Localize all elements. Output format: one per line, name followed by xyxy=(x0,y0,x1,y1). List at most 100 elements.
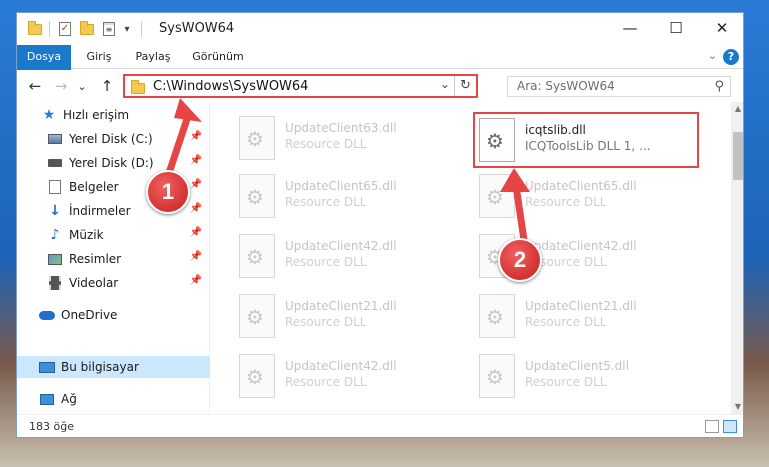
title-bar[interactable]: ✓ ≡ ▾ SysWOW64 — ☐ ✕ xyxy=(17,13,743,45)
properties-check-icon[interactable]: ✓ xyxy=(57,20,73,38)
videos-icon xyxy=(47,275,63,291)
window-title: SysWOW64 xyxy=(159,21,235,36)
sidebar-item-pictures[interactable]: Resimler 📌 xyxy=(17,248,210,270)
dll-file-icon xyxy=(239,174,275,218)
navigation-pane: ★ Hızlı erişim Yerel Disk (C:) 📌 Yerel D… xyxy=(17,102,210,414)
sidebar-item-onedrive[interactable]: OneDrive xyxy=(17,304,210,326)
list-item[interactable]: UpdateClient5.dll Resource DLL xyxy=(479,350,709,404)
highlight-box xyxy=(473,112,699,168)
pin-icon[interactable]: 📌 xyxy=(190,275,202,286)
item-count: 183 öğe xyxy=(29,420,74,433)
sidebar-item-label: Müzik xyxy=(69,228,104,242)
close-button[interactable]: ✕ xyxy=(699,13,743,43)
sidebar-item-label: Ağ xyxy=(61,392,77,406)
details-view-icon[interactable] xyxy=(705,420,719,433)
disk-icon xyxy=(47,155,63,171)
file-name: UpdateClient65.dll xyxy=(525,179,637,193)
address-bar[interactable]: C:\Windows\SysWOW64 ⌄ ↻ xyxy=(123,74,478,98)
pin-icon[interactable]: 📌 xyxy=(190,227,202,238)
star-icon: ★ xyxy=(42,107,56,123)
list-item[interactable]: UpdateClient21.dll Resource DLL xyxy=(239,290,469,344)
network-icon xyxy=(39,391,55,407)
file-description: Resource DLL xyxy=(285,315,367,329)
refresh-button[interactable]: ↻ xyxy=(454,76,476,96)
search-input[interactable]: Ara: SysWOW64 ⚲ xyxy=(507,76,731,97)
scroll-up-icon[interactable]: ▲ xyxy=(731,102,743,116)
sidebar-item-quick-access[interactable]: ★ Hızlı erişim xyxy=(17,104,210,126)
pin-icon[interactable]: 📌 xyxy=(190,155,202,166)
vertical-scrollbar[interactable]: ▲ ▼ xyxy=(731,102,743,414)
list-item[interactable]: UpdateClient42.dll Resource DLL xyxy=(239,230,469,284)
pin-icon[interactable]: 📌 xyxy=(190,179,202,190)
sidebar-item-label: Resimler xyxy=(69,252,122,266)
file-name: UpdateClient21.dll xyxy=(285,299,397,313)
search-icon[interactable]: ⚲ xyxy=(714,79,724,94)
dll-file-icon xyxy=(239,234,275,278)
sidebar-item-local-disk-c[interactable]: Yerel Disk (C:) 📌 xyxy=(17,128,210,150)
list-item[interactable]: UpdateClient42.dll Resource DLL xyxy=(239,350,469,404)
scrollbar-thumb[interactable] xyxy=(733,132,743,180)
sidebar-item-music[interactable]: ♪ Müzik 📌 xyxy=(17,224,210,246)
recent-locations-dropdown[interactable]: ⌄ xyxy=(75,76,89,96)
customize-toolbar-dropdown[interactable]: ▾ xyxy=(121,20,133,38)
list-item[interactable]: UpdateClient21.dll Resource DLL xyxy=(479,290,709,344)
file-description: Resource DLL xyxy=(285,255,367,269)
address-dropdown-icon[interactable]: ⌄ xyxy=(440,77,450,91)
pin-icon[interactable]: 📌 xyxy=(190,251,202,262)
pictures-icon xyxy=(47,251,63,267)
file-name: UpdateClient5.dll xyxy=(525,359,629,373)
up-button[interactable]: ↑ xyxy=(97,76,117,96)
dll-file-icon xyxy=(479,294,515,338)
address-path[interactable]: C:\Windows\SysWOW64 xyxy=(153,79,308,94)
divider xyxy=(141,21,142,37)
tab-share[interactable]: Paylaş xyxy=(127,45,179,69)
pin-icon[interactable]: 📌 xyxy=(190,131,202,142)
maximize-button[interactable]: ☐ xyxy=(653,13,699,43)
sidebar-item-this-pc[interactable]: Bu bilgisayar xyxy=(17,356,210,378)
music-icon: ♪ xyxy=(50,227,60,243)
ribbon-tabs: Dosya Giriş Paylaş Görünüm ⌄ ? xyxy=(17,45,743,99)
file-description: Resource DLL xyxy=(285,375,367,389)
file-description: Resource DLL xyxy=(525,375,607,389)
help-icon[interactable]: ? xyxy=(723,49,739,65)
drive-icon xyxy=(47,131,63,147)
large-icons-view-icon[interactable] xyxy=(723,420,737,433)
search-placeholder: Ara: SysWOW64 xyxy=(517,79,615,93)
file-list[interactable]: UpdateClient63.dll Resource DLL UpdateCl… xyxy=(211,102,731,414)
forward-button[interactable]: → xyxy=(51,76,71,96)
sidebar-item-local-disk-d[interactable]: Yerel Disk (D:) 📌 xyxy=(17,152,210,174)
sidebar-item-label: İndirmeler xyxy=(69,204,131,218)
sidebar-item-videos[interactable]: Videolar 📌 xyxy=(17,272,210,294)
file-name: UpdateClient42.dll xyxy=(525,239,637,253)
list-item[interactable]: UpdateClient65.dll Resource DLL xyxy=(479,170,709,224)
navigation-bar: ← → ⌄ ↑ C:\Windows\SysWOW64 ⌄ ↻ Ara: Sys… xyxy=(17,70,743,102)
file-description: Resource DLL xyxy=(285,195,367,209)
tab-view[interactable]: Görünüm xyxy=(187,45,249,69)
ribbon-collapse-icon[interactable]: ⌄ xyxy=(708,49,717,62)
step-1-badge: 1 xyxy=(146,170,190,214)
sidebar-item-label: Yerel Disk (D:) xyxy=(69,156,154,170)
file-name: UpdateClient63.dll xyxy=(285,121,397,135)
back-button[interactable]: ← xyxy=(25,76,45,96)
tab-home[interactable]: Giriş xyxy=(77,45,121,69)
list-item[interactable]: UpdateClient65.dll Resource DLL xyxy=(239,170,469,224)
file-name: UpdateClient42.dll xyxy=(285,359,397,373)
file-name: UpdateClient21.dll xyxy=(525,299,637,313)
sidebar-item-network[interactable]: Ağ xyxy=(17,388,210,410)
minimize-button[interactable]: — xyxy=(607,13,653,43)
folder-icon[interactable] xyxy=(27,20,43,38)
properties-icon[interactable]: ≡ xyxy=(101,20,117,38)
pin-icon[interactable]: 📌 xyxy=(190,203,202,214)
sidebar-item-label: Hızlı erişim xyxy=(63,108,130,122)
list-item[interactable]: UpdateClient63.dll Resource DLL xyxy=(239,112,469,166)
onedrive-icon xyxy=(39,307,55,323)
dll-file-icon xyxy=(479,354,515,398)
file-name: UpdateClient42.dll xyxy=(285,239,397,253)
dll-file-icon xyxy=(239,354,275,398)
folder-icon xyxy=(131,80,145,94)
sidebar-item-label: Belgeler xyxy=(69,180,119,194)
sidebar-item-label: Videolar xyxy=(69,276,119,290)
scroll-down-icon[interactable]: ▼ xyxy=(731,400,743,414)
new-folder-icon[interactable] xyxy=(79,20,95,38)
sidebar-item-label: Yerel Disk (C:) xyxy=(69,132,153,146)
